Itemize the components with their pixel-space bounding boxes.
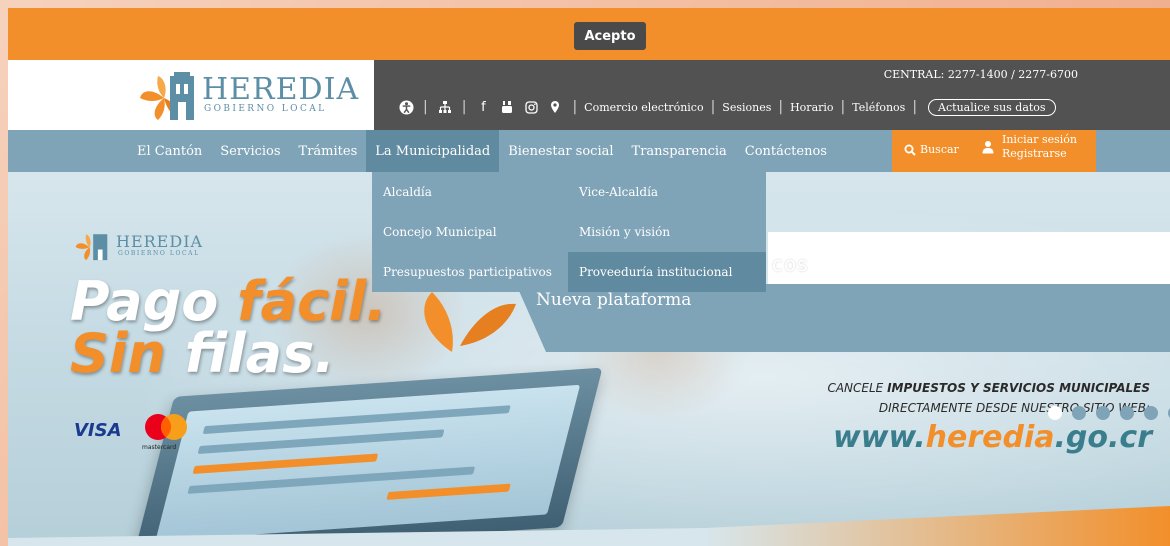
- accept-cookies-button[interactable]: Acepto: [574, 22, 646, 50]
- dropdown-item-mision-vision[interactable]: Misión y visión: [568, 212, 766, 252]
- banner-partial-text: cos: [772, 252, 809, 276]
- cancele-prefix: CANCELE: [827, 381, 884, 395]
- separator: |: [461, 99, 467, 115]
- dropdown-item-presupuestos[interactable]: Presupuestos participativos: [372, 252, 568, 292]
- municipalidad-dropdown: Alcaldía Vice-Alcaldía Concejo Municipal…: [372, 172, 766, 292]
- search-button[interactable]: Buscar: [904, 143, 959, 156]
- link-sesiones[interactable]: Sesiones: [722, 101, 771, 114]
- logo-area: HEREDIA GOBIERNO LOCAL: [8, 60, 374, 130]
- facebook-icon[interactable]: f: [475, 99, 491, 115]
- nav-la-municipalidad[interactable]: La Municipalidad: [366, 130, 500, 172]
- accessibility-icon[interactable]: [398, 99, 414, 115]
- nav-el-canton[interactable]: El Cantón: [128, 130, 211, 172]
- location-icon[interactable]: [547, 99, 563, 115]
- tablet-row: [197, 429, 445, 455]
- slider-dot[interactable]: [1072, 406, 1086, 420]
- hero-logo-title: HEREDIA: [116, 232, 204, 251]
- separator: |: [912, 99, 918, 115]
- url-suffix: .go.cr: [1054, 420, 1152, 455]
- cookie-bar: Acepto: [8, 8, 1170, 60]
- register-link[interactable]: Registrarse: [1002, 147, 1077, 161]
- flower-logo-icon: [140, 72, 194, 120]
- url-brand: heredia: [925, 420, 1055, 455]
- login-link[interactable]: Iniciar sesión: [1002, 133, 1077, 147]
- mastercard-icon: [145, 414, 187, 440]
- dropdown-item-vice-alcaldia[interactable]: Vice-Alcaldía: [568, 172, 766, 212]
- search-label: Buscar: [920, 143, 959, 156]
- slider-dot[interactable]: [1096, 406, 1110, 420]
- tablet-image: [133, 367, 603, 546]
- top-bar: CENTRAL: 2277-1400 / 2277-6700 | | f | C…: [374, 60, 1170, 130]
- youtube-icon[interactable]: [499, 99, 515, 115]
- instagram-icon[interactable]: [523, 99, 539, 115]
- nav-transparencia[interactable]: Transparencia: [623, 130, 736, 172]
- separator: |: [710, 99, 716, 115]
- slider-dot[interactable]: [1048, 406, 1062, 420]
- cancele-bold: IMPUESTOS Y SERVICIOS MUNICIPALES: [887, 381, 1150, 395]
- headline-sin: Sin: [70, 322, 166, 385]
- nav-actions: Buscar Iniciar sesión Registrarse: [892, 130, 1096, 172]
- link-horario[interactable]: Horario: [790, 101, 833, 114]
- leaf-icon: [424, 292, 516, 352]
- dropdown-item-concejo-municipal[interactable]: Concejo Municipal: [372, 212, 568, 252]
- tablet-screen: [155, 384, 581, 542]
- dropdown-item-proveeduria[interactable]: Proveeduría institucional: [568, 252, 766, 292]
- utility-links: | | f | Comercio electrónico | Sesiones …: [394, 96, 1056, 118]
- separator: |: [423, 99, 428, 115]
- sitemap-icon[interactable]: [437, 99, 453, 115]
- user-icon: [982, 141, 994, 154]
- flower-logo-icon: [75, 234, 108, 261]
- separator: |: [840, 99, 846, 115]
- url-prefix: www.: [833, 420, 926, 455]
- heredia-logo[interactable]: HEREDIA GOBIERNO LOCAL: [134, 68, 358, 124]
- separator: |: [572, 99, 578, 115]
- user-links: Iniciar sesión Registrarse: [1002, 133, 1077, 161]
- headline-filas: filas.: [184, 322, 335, 385]
- nav-servicios[interactable]: Servicios: [211, 130, 289, 172]
- hero-headline: Pago fácil. Sin filas.: [70, 275, 387, 381]
- user-area: Iniciar sesión Registrarse: [982, 133, 1077, 161]
- main-nav: El Cantón Servicios Trámites La Municipa…: [8, 130, 1170, 172]
- nav-bienestar-social[interactable]: Bienestar social: [499, 130, 622, 172]
- central-phone: CENTRAL: 2277-1400 / 2277-6700: [883, 68, 1078, 81]
- mastercard-label: mastercard: [142, 444, 177, 451]
- separator: |: [778, 99, 784, 115]
- browser-frame: Acepto HEREDIA GOBIERNO LOCAL CENTRAL: 2…: [8, 8, 1170, 546]
- logo-subtitle: GOBIERNO LOCAL: [204, 104, 327, 114]
- tablet-row: [202, 405, 511, 435]
- site-header: HEREDIA GOBIERNO LOCAL CENTRAL: 2277-140…: [8, 60, 1170, 130]
- nav-contactenos[interactable]: Contáctenos: [736, 130, 836, 172]
- link-telefonos[interactable]: Teléfonos: [852, 101, 905, 114]
- tablet-row: [386, 483, 511, 500]
- slider-dot[interactable]: [1144, 406, 1158, 420]
- slider-dot[interactable]: [1120, 406, 1134, 420]
- link-comercio-electronico[interactable]: Comercio electrónico: [584, 101, 703, 114]
- visa-logo: VISA: [74, 420, 122, 441]
- nueva-plataforma-text: Nueva plataforma: [536, 290, 692, 310]
- website-url[interactable]: www.heredia.go.cr: [802, 420, 1152, 455]
- tablet-row: [192, 453, 379, 474]
- update-data-button[interactable]: Actualice sus datos: [928, 98, 1056, 116]
- dropdown-item-alcaldia[interactable]: Alcaldía: [372, 172, 568, 212]
- hero-logo: HEREDIA GOBIERNO LOCAL: [72, 228, 222, 264]
- slider-dots: [1048, 406, 1170, 420]
- logo-title: HEREDIA: [202, 72, 360, 107]
- hero-logo-subtitle: GOBIERNO LOCAL: [118, 250, 200, 257]
- nav-items: El Cantón Servicios Trámites La Municipa…: [128, 130, 836, 172]
- nav-tramites[interactable]: Trámites: [290, 130, 367, 172]
- search-icon: [904, 144, 916, 156]
